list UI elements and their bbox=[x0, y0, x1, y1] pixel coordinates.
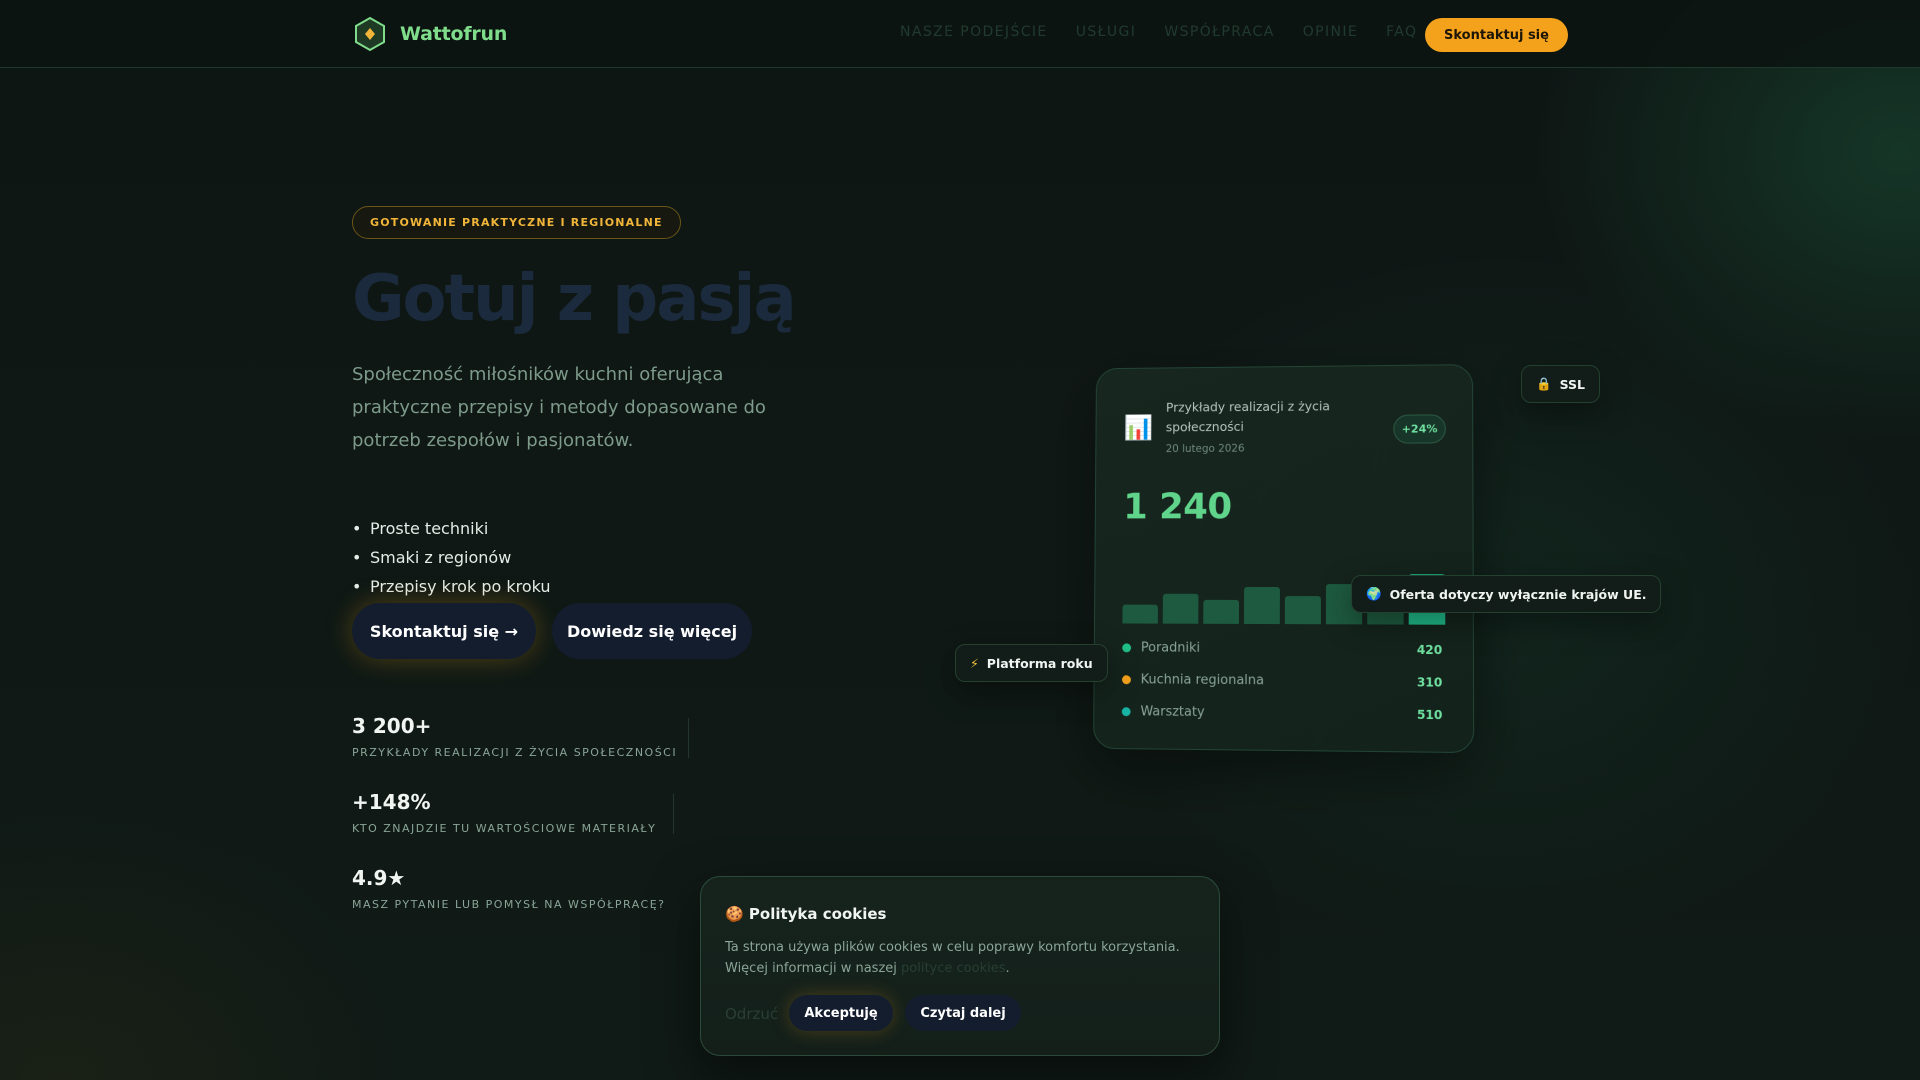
eu-offer-pill: 🌍 Oferta dotyczy wyłącznie krajów UE. bbox=[1351, 575, 1662, 613]
legend-value: 510 bbox=[1416, 707, 1443, 722]
contact-button-nav[interactable]: Skontaktuj się bbox=[1425, 18, 1568, 52]
feature-item: Proste techniki bbox=[352, 514, 551, 543]
stat-label: KTO ZNAJDZIE TU WARTOŚCIOWE MATERIAŁY bbox=[352, 822, 657, 835]
chart-bar bbox=[1162, 593, 1199, 624]
feature-list: Proste techniki Smaki z regionów Przepis… bbox=[352, 514, 551, 601]
nav-item-faq[interactable]: FAQ bbox=[1386, 24, 1417, 40]
hero-badge: GOTOWANIE PRAKTYCZNE I REGIONALNE bbox=[352, 206, 681, 239]
feature-item: Przepisy krok po kroku bbox=[352, 572, 551, 601]
platform-pill: ⚡ Platforma roku bbox=[955, 644, 1108, 682]
legend-dot bbox=[1121, 707, 1131, 717]
nav-item-reviews[interactable]: OPINIE bbox=[1303, 24, 1358, 40]
legend-row: Kuchnia regionalna 310 bbox=[1121, 672, 1443, 690]
hero-subtitle: Społeczność miłośników kuchni oferująca … bbox=[352, 364, 766, 451]
stat-value: 3 200+ bbox=[352, 714, 432, 738]
card-total: 1 240 bbox=[1123, 486, 1232, 528]
globe-icon: 🌍 bbox=[1366, 586, 1382, 601]
cookie-title: 🍪 Polityka cookies bbox=[725, 905, 887, 923]
legend-dot bbox=[1122, 643, 1132, 653]
nav-item-cooperation[interactable]: WSPÓŁPRACA bbox=[1164, 24, 1274, 40]
ssl-pill: 🔒 SSL bbox=[1521, 365, 1600, 403]
stat-value: +148% bbox=[352, 790, 431, 814]
reject-cookies-button[interactable]: Odrzuć bbox=[725, 1005, 778, 1023]
contact-button-hero[interactable]: Skontaktuj się → bbox=[352, 603, 536, 659]
platform-label: Platforma roku bbox=[986, 655, 1093, 671]
legend-label: Warsztaty bbox=[1140, 704, 1205, 720]
logo-hexagon-icon bbox=[355, 16, 385, 52]
nav-item-services[interactable]: USŁUGI bbox=[1076, 24, 1137, 40]
cookie-text: Ta strona używa plików cookies w celu po… bbox=[725, 937, 1205, 979]
stat-value: 4.9★ bbox=[352, 866, 406, 890]
stat-divider bbox=[673, 794, 674, 834]
nav-item-approach[interactable]: NASZE PODEJŚCIE bbox=[900, 24, 1048, 40]
legend-value: 310 bbox=[1416, 674, 1443, 690]
ssl-label: SSL bbox=[1559, 376, 1585, 392]
stats-card: 📊 Przykłady realizacji z życia społeczno… bbox=[1093, 364, 1475, 754]
stat-divider bbox=[688, 718, 689, 758]
card-title: Przykłady realizacji z życia społecznośc… bbox=[1165, 398, 1331, 435]
eu-offer-label: Oferta dotyczy wyłącznie krajów UE. bbox=[1389, 586, 1647, 602]
read-more-button[interactable]: Czytaj dalej bbox=[905, 995, 1021, 1031]
stat-label: MASZ PYTANIE LUB POMYSŁ NA WSPÓŁPRACĘ? bbox=[352, 898, 666, 911]
legend-label: Poradniki bbox=[1140, 640, 1201, 656]
legend-value: 420 bbox=[1416, 642, 1443, 657]
chart-bar bbox=[1203, 599, 1240, 624]
legend-row: Warsztaty 510 bbox=[1121, 704, 1443, 722]
logo[interactable]: Wattofrun bbox=[352, 16, 507, 52]
legend-row: Poradniki 420 bbox=[1122, 640, 1442, 657]
growth-badge: +24% bbox=[1393, 414, 1446, 444]
stat-block: 4.9★ MASZ PYTANIE LUB POMYSŁ NA WSPÓŁPRA… bbox=[352, 866, 666, 911]
card-date: 20 lutego 2026 bbox=[1165, 442, 1245, 456]
legend-label: Kuchnia regionalna bbox=[1140, 672, 1265, 689]
bar-chart-icon: 📊 bbox=[1123, 413, 1154, 442]
top-navbar: Wattofrun NASZE PODEJŚCIE USŁUGI WSPÓŁPR… bbox=[0, 0, 1920, 68]
hero-title: Gotuj z pasją bbox=[352, 262, 797, 336]
accept-cookies-button[interactable]: Akceptuję bbox=[789, 995, 893, 1031]
feature-item: Smaki z regionów bbox=[352, 543, 551, 572]
cookie-text-end: . bbox=[1005, 961, 1010, 976]
legend-dot bbox=[1121, 675, 1131, 685]
stat-label: PRZYKŁADY REALIZACJI Z ŻYCIA SPOŁECZNOŚC… bbox=[352, 746, 678, 759]
lightning-icon: ⚡ bbox=[970, 655, 979, 671]
cookie-banner: 🍪 Polityka cookies Ta strona używa plikó… bbox=[700, 876, 1220, 1056]
cookie-policy-link[interactable]: polityce cookies bbox=[901, 961, 1005, 976]
stat-block: 3 200+ PRZYKŁADY REALIZACJI Z ŻYCIA SPOŁ… bbox=[352, 714, 677, 759]
main-nav: NASZE PODEJŚCIE USŁUGI WSPÓŁPRACA OPINIE… bbox=[900, 24, 1417, 40]
chart-bar bbox=[1122, 604, 1158, 624]
brand-name: Wattofrun bbox=[400, 23, 508, 45]
lock-icon: 🔒 bbox=[1536, 376, 1552, 391]
chart-bar bbox=[1243, 586, 1280, 625]
learn-more-button[interactable]: Dowiedz się więcej bbox=[552, 603, 752, 659]
chart-bar bbox=[1284, 596, 1321, 625]
stat-block: +148% KTO ZNAJDZIE TU WARTOŚCIOWE MATERI… bbox=[352, 790, 656, 835]
